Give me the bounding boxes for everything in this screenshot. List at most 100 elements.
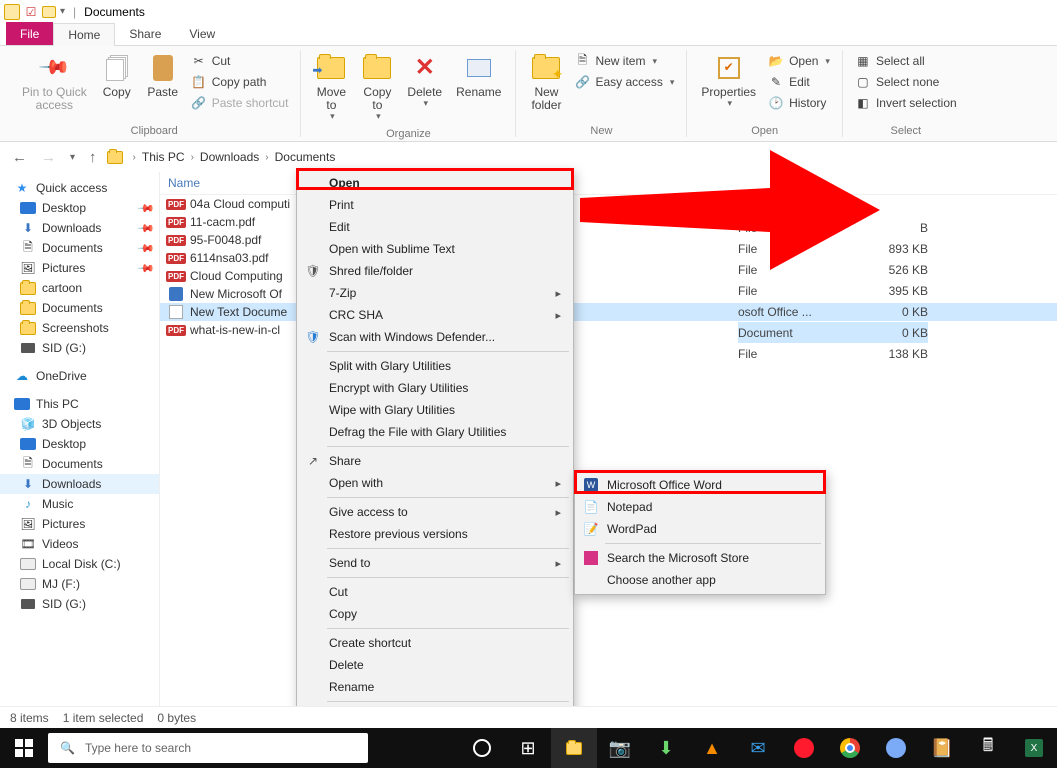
camera-icon[interactable]: 📷 — [597, 728, 643, 768]
opera-icon[interactable] — [781, 728, 827, 768]
back-button[interactable]: ← — [8, 145, 31, 170]
submenu-word[interactable]: WMicrosoft Office Word — [577, 474, 823, 496]
quick-access[interactable]: ★Quick access — [0, 178, 159, 198]
invert-selection-button[interactable]: ◧Invert selection — [851, 94, 961, 112]
delete-button[interactable]: ✕ Delete▾ — [401, 50, 448, 113]
ctx-copy[interactable]: Copy — [299, 603, 571, 625]
pc-pictures[interactable]: 🖼Pictures — [0, 514, 159, 534]
qa-documents-2[interactable]: Documents — [0, 298, 159, 318]
tab-view[interactable]: View — [175, 22, 229, 45]
recent-dropdown[interactable]: ▾ — [66, 148, 79, 167]
ctx-defrag[interactable]: Defrag the File with Glary Utilities — [299, 421, 571, 443]
open-button[interactable]: 📂Open▾ — [764, 52, 834, 70]
qa-sid-g[interactable]: SID (G:) — [0, 338, 159, 358]
tab-share[interactable]: Share — [115, 22, 175, 45]
edit-button[interactable]: ✎Edit — [764, 73, 834, 91]
pc-mj-f[interactable]: MJ (F:) — [0, 574, 159, 594]
submenu-store[interactable]: Search the Microsoft Store — [577, 547, 823, 569]
move-to-button[interactable]: ➡ Move to▾ — [309, 50, 353, 126]
ctx-send-to[interactable]: Send to▸ — [299, 552, 571, 574]
tab-home[interactable]: Home — [53, 23, 115, 46]
idm-icon[interactable]: ⬇ — [643, 728, 689, 768]
notes-icon[interactable]: 📔 — [919, 728, 965, 768]
onedrive[interactable]: ☁OneDrive — [0, 366, 159, 386]
select-all-button[interactable]: ▦Select all — [851, 52, 961, 70]
ctx-wipe[interactable]: Wipe with Glary Utilities — [299, 399, 571, 421]
ctx-encrypt[interactable]: Encrypt with Glary Utilities — [299, 377, 571, 399]
copy-path-button[interactable]: 📋Copy path — [187, 73, 293, 91]
qa-desktop[interactable]: Desktop📌 — [0, 198, 159, 218]
qa-documents[interactable]: 🗎Documents📌 — [0, 238, 159, 258]
paste-button[interactable]: Paste — [141, 50, 185, 103]
pc-videos[interactable]: 🎞Videos — [0, 534, 159, 554]
pc-desktop[interactable]: Desktop — [0, 434, 159, 454]
tab-file[interactable]: File — [6, 22, 53, 45]
crumb-downloads[interactable]: Downloads — [200, 150, 259, 164]
ctx-7zip[interactable]: 7-Zip▸ — [299, 282, 571, 304]
calculator-icon[interactable]: 🖩 — [965, 728, 1011, 768]
up-button[interactable]: ↑ — [85, 145, 101, 170]
pc-music[interactable]: ♪Music — [0, 494, 159, 514]
qa-cartoon[interactable]: cartoon — [0, 278, 159, 298]
task-view-icon[interactable]: ⊞ — [505, 728, 551, 768]
pc-local-disk-c[interactable]: Local Disk (C:) — [0, 554, 159, 574]
this-pc[interactable]: This PC — [0, 394, 159, 414]
right-columns: File FileB File893 KB File526 KB File395… — [738, 196, 928, 364]
ctx-shred[interactable]: 🛡Shred file/folder — [299, 260, 571, 282]
ctx-open-with[interactable]: Open with▸ — [299, 472, 571, 494]
forward-button[interactable]: → — [37, 145, 60, 170]
crumb-documents[interactable]: Documents — [275, 150, 336, 164]
qa-pictures[interactable]: 🖼Pictures📌 — [0, 258, 159, 278]
ctx-split[interactable]: Split with Glary Utilities — [299, 355, 571, 377]
submenu-notepad[interactable]: 📄Notepad — [577, 496, 823, 518]
ctx-print[interactable]: Print — [299, 194, 571, 216]
ctx-open[interactable]: Open — [299, 172, 571, 194]
qat-dropdown[interactable]: ▾ — [60, 6, 65, 17]
mail-icon[interactable]: ✉ — [735, 728, 781, 768]
ctx-restore[interactable]: Restore previous versions — [299, 523, 571, 545]
column-header[interactable]: Name — [160, 172, 1057, 195]
excel-icon[interactable]: X — [1011, 728, 1057, 768]
start-button[interactable] — [0, 728, 48, 768]
qa-downloads[interactable]: ⬇Downloads📌 — [0, 218, 159, 238]
copy-to-button[interactable]: Copy to▾ — [355, 50, 399, 126]
chrome-icon[interactable] — [827, 728, 873, 768]
nav-pane[interactable]: ★Quick access Desktop📌 ⬇Downloads📌 🗎Docu… — [0, 172, 160, 732]
pc-sid-g[interactable]: SID (G:) — [0, 594, 159, 614]
ctx-delete[interactable]: Delete — [299, 654, 571, 676]
ctx-share[interactable]: ↗Share — [299, 450, 571, 472]
file-list[interactable]: Name PDF04a Cloud computi PDF11-cacm.pdf… — [160, 172, 1057, 732]
cut-button[interactable]: ✂Cut — [187, 52, 293, 70]
ctx-crc-sha[interactable]: CRC SHA▸ — [299, 304, 571, 326]
properties-button[interactable]: ✔ Properties▾ — [695, 50, 762, 113]
vlc-icon[interactable]: ▲ — [689, 728, 735, 768]
taskbar-search[interactable]: 🔍 Type here to search — [48, 733, 368, 763]
copy-button[interactable]: Copy — [95, 50, 139, 103]
submenu-choose[interactable]: Choose another app — [577, 569, 823, 591]
ctx-create-shortcut[interactable]: Create shortcut — [299, 632, 571, 654]
qa-screenshots[interactable]: Screenshots — [0, 318, 159, 338]
paste-shortcut-button[interactable]: 🔗Paste shortcut — [187, 94, 293, 112]
chromium-icon[interactable] — [873, 728, 919, 768]
breadcrumb[interactable]: › This PC› Downloads› Documents — [129, 150, 1049, 164]
submenu-wordpad[interactable]: 📝WordPad — [577, 518, 823, 540]
new-item-button[interactable]: 🗎New item▾ — [570, 52, 678, 70]
crumb-this-pc[interactable]: This PC — [142, 150, 185, 164]
pin-to-quick-access-button[interactable]: 📌 Pin to Quick access — [16, 50, 93, 116]
explorer-icon[interactable] — [551, 728, 597, 768]
pc-downloads[interactable]: ⬇Downloads — [0, 474, 159, 494]
ctx-open-sublime[interactable]: Open with Sublime Text — [299, 238, 571, 260]
ctx-defender[interactable]: 🛡Scan with Windows Defender... — [299, 326, 571, 348]
rename-button[interactable]: Rename — [450, 50, 507, 103]
cortana-icon[interactable] — [459, 728, 505, 768]
pc-3d-objects[interactable]: 🧊3D Objects — [0, 414, 159, 434]
history-button[interactable]: 🕑History — [764, 94, 834, 112]
pc-documents[interactable]: 🗎Documents — [0, 454, 159, 474]
select-none-button[interactable]: ▢Select none — [851, 73, 961, 91]
ctx-edit[interactable]: Edit — [299, 216, 571, 238]
new-folder-button[interactable]: ✦ New folder — [524, 50, 568, 116]
ctx-cut[interactable]: Cut — [299, 581, 571, 603]
ctx-give-access[interactable]: Give access to▸ — [299, 501, 571, 523]
ctx-rename[interactable]: Rename — [299, 676, 571, 698]
easy-access-button[interactable]: 🔗Easy access▾ — [570, 73, 678, 91]
